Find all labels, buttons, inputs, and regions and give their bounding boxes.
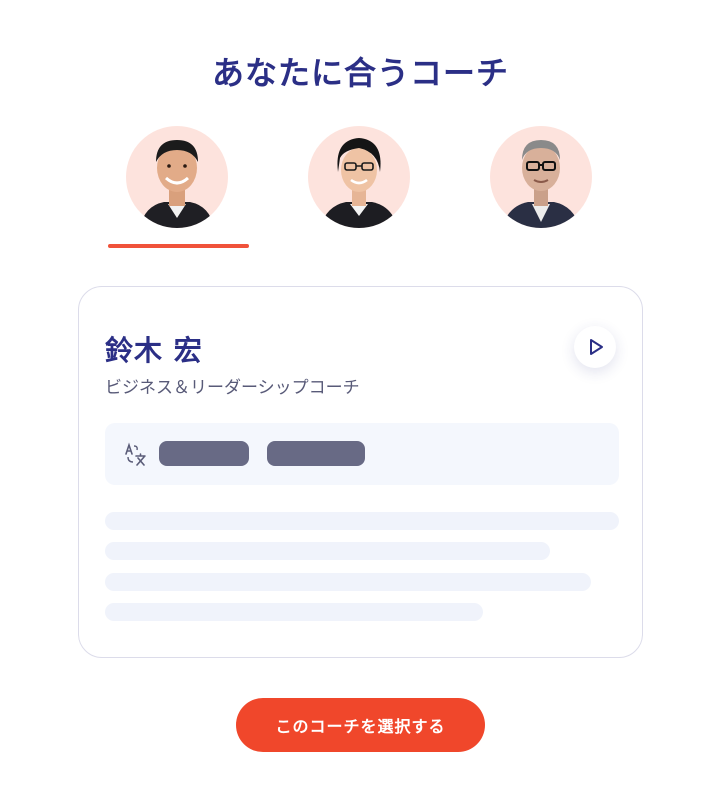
translate-icon bbox=[125, 442, 146, 466]
coach-tab-3[interactable] bbox=[490, 126, 592, 228]
coach-role: ビジネス＆リーダーシップコーチ bbox=[105, 378, 360, 398]
coach-tab-1[interactable] bbox=[126, 126, 228, 228]
coach-name: 鈴木 宏 bbox=[105, 334, 203, 367]
description-placeholder-line-3 bbox=[105, 573, 591, 591]
coach-avatar-3 bbox=[502, 140, 580, 228]
select-coach-button[interactable]: このコーチを選択する bbox=[236, 698, 485, 752]
coach-profile-card: 鈴木 宏 ビジネス＆リーダーシップコーチ bbox=[78, 286, 643, 658]
selected-tab-indicator bbox=[108, 244, 249, 248]
play-icon bbox=[590, 339, 603, 355]
description-placeholder-line-1 bbox=[105, 512, 619, 530]
description-placeholder-line-2 bbox=[105, 542, 550, 560]
language-chip-1 bbox=[159, 441, 249, 466]
coach-avatar-2 bbox=[320, 138, 398, 228]
language-chip-2 bbox=[267, 441, 365, 466]
description-placeholder-line-4 bbox=[105, 603, 483, 621]
coach-avatar-1 bbox=[140, 140, 214, 228]
coach-tab-2[interactable] bbox=[308, 126, 410, 228]
language-box bbox=[105, 423, 619, 485]
play-button[interactable] bbox=[574, 326, 616, 368]
page-title: あなたに合うコーチ bbox=[211, 54, 509, 92]
